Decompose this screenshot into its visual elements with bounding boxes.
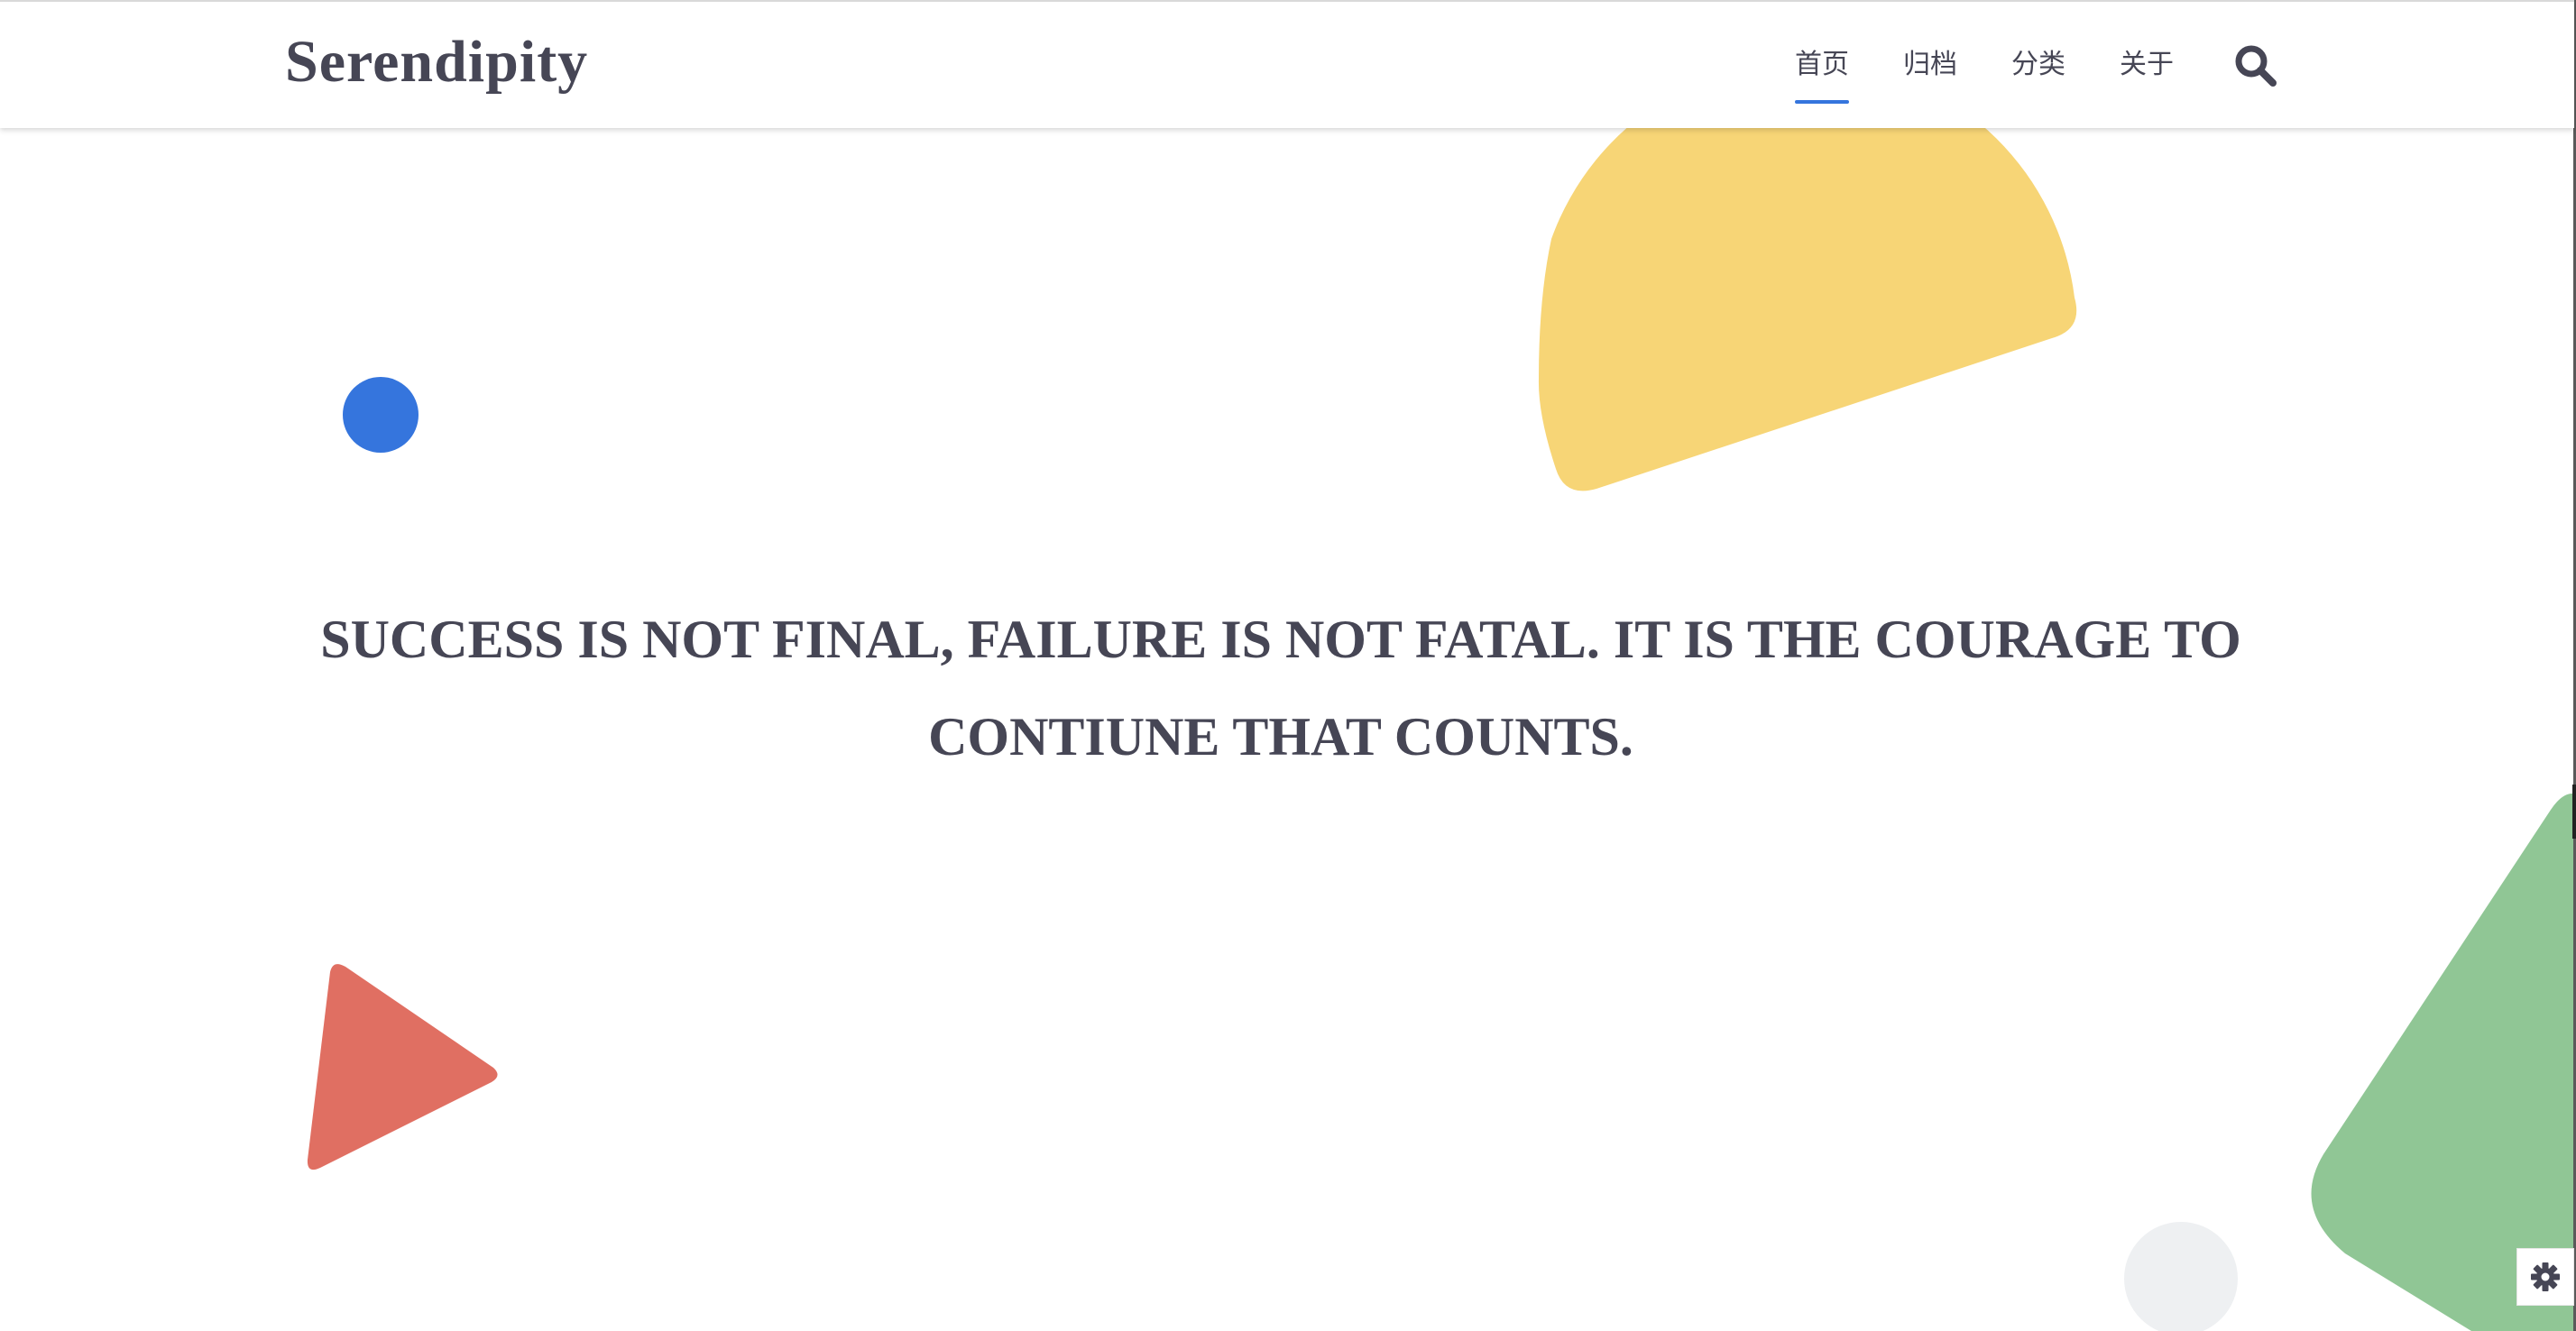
nav-item-home[interactable]: 首页	[1795, 51, 1849, 104]
main-nav: 首页 归档 分类 关于	[1795, 2, 2228, 128]
blue-dot-decoration	[343, 377, 419, 453]
gear-icon	[2531, 1262, 2560, 1291]
red-triangle-decoration	[307, 964, 498, 1170]
nav-item-archive[interactable]: 归档	[1903, 51, 1957, 78]
settings-button[interactable]	[2516, 1248, 2574, 1306]
hero-quote-line-2: CONTIUNE THAT COUNTS.	[928, 707, 1633, 766]
hero-quote-line-1: SUCCESS IS NOT FINAL, FAILURE IS NOT FAT…	[320, 610, 2241, 669]
nav-item-categories[interactable]: 分类	[2011, 51, 2065, 78]
grey-circle-decoration	[2124, 1222, 2238, 1331]
hero-quote: SUCCESS IS NOT FINAL, FAILURE IS NOT FAT…	[307, 591, 2255, 785]
site-header: Serendipity 首页 归档 分类 关于	[0, 0, 2574, 128]
search-icon	[2235, 45, 2277, 87]
nav-item-about[interactable]: 关于	[2120, 51, 2174, 78]
site-brand-link[interactable]: Serendipity	[285, 32, 588, 92]
scrollbar-thumb[interactable]	[2572, 785, 2576, 839]
search-button[interactable]	[2233, 43, 2278, 88]
page: Serendipity 首页 归档 分类 关于 SUCCESS IS NOT F…	[0, 0, 2576, 1331]
yellow-half-circle-decoration	[1538, 108, 2077, 491]
